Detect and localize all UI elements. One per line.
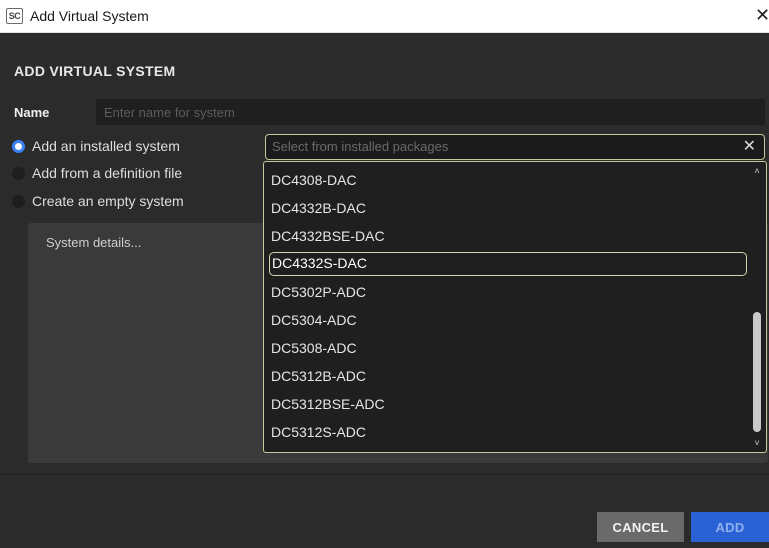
package-option[interactable]: DC5312S-ADC xyxy=(269,420,747,444)
package-dropdown-list[interactable]: DC4308-DAC DC4332B-DAC DC4332BSE-DAC DC4… xyxy=(263,161,767,453)
radio-add-from-file[interactable]: Add from a definition file xyxy=(12,164,182,182)
package-option[interactable]: DC4308-DAC xyxy=(269,168,747,192)
radio-label: Add from a definition file xyxy=(32,165,183,181)
package-option[interactable]: DC4332B-DAC xyxy=(269,196,747,220)
dialog-body: ADD VIRTUAL SYSTEM Name Add an installed… xyxy=(0,33,769,548)
cancel-button[interactable]: CANCEL xyxy=(597,512,684,542)
package-option[interactable]: DC5312BSE-ADC xyxy=(269,392,747,416)
package-select-placeholder: Select from installed packages xyxy=(272,139,449,154)
app-icon: SC xyxy=(6,8,23,24)
package-select[interactable]: Select from installed packages ✕ xyxy=(265,134,765,160)
package-option[interactable]: DC5304-ADC xyxy=(269,308,747,332)
scroll-down-icon[interactable]: ˅ xyxy=(752,438,762,448)
radio-label: Add an installed system xyxy=(32,138,180,154)
system-details-text: System details... xyxy=(46,235,142,250)
title-bar: SC Add Virtual System ✕ xyxy=(0,0,769,33)
radio-add-installed[interactable]: Add an installed system xyxy=(12,137,180,155)
window-title: Add Virtual System xyxy=(30,8,149,24)
radio-label: Create an empty system xyxy=(32,193,184,209)
dialog-heading: ADD VIRTUAL SYSTEM xyxy=(14,63,176,79)
package-option[interactable]: DC5308-ADC xyxy=(269,336,747,360)
package-option[interactable]: DC4332BSE-DAC xyxy=(269,224,747,248)
close-icon[interactable]: ✕ xyxy=(755,2,769,28)
dropdown-scrollbar[interactable]: ˄ ˅ xyxy=(750,162,764,451)
radio-button[interactable] xyxy=(12,166,25,180)
radio-button-checked[interactable] xyxy=(12,139,25,153)
package-option[interactable]: DC5312B-ADC xyxy=(269,364,747,388)
name-label: Name xyxy=(14,105,50,120)
add-button[interactable]: ADD xyxy=(691,512,769,542)
package-option-highlighted[interactable]: DC4332S-DAC xyxy=(269,252,747,276)
name-input[interactable] xyxy=(96,99,765,125)
radio-create-empty[interactable]: Create an empty system xyxy=(12,192,184,210)
footer-divider xyxy=(0,473,769,475)
package-option[interactable]: DC5302P-ADC xyxy=(269,280,747,304)
scroll-up-icon[interactable]: ˄ xyxy=(752,166,762,176)
clear-icon[interactable]: ✕ xyxy=(743,137,756,157)
scrollbar-thumb[interactable] xyxy=(753,312,761,432)
radio-button[interactable] xyxy=(12,194,25,208)
